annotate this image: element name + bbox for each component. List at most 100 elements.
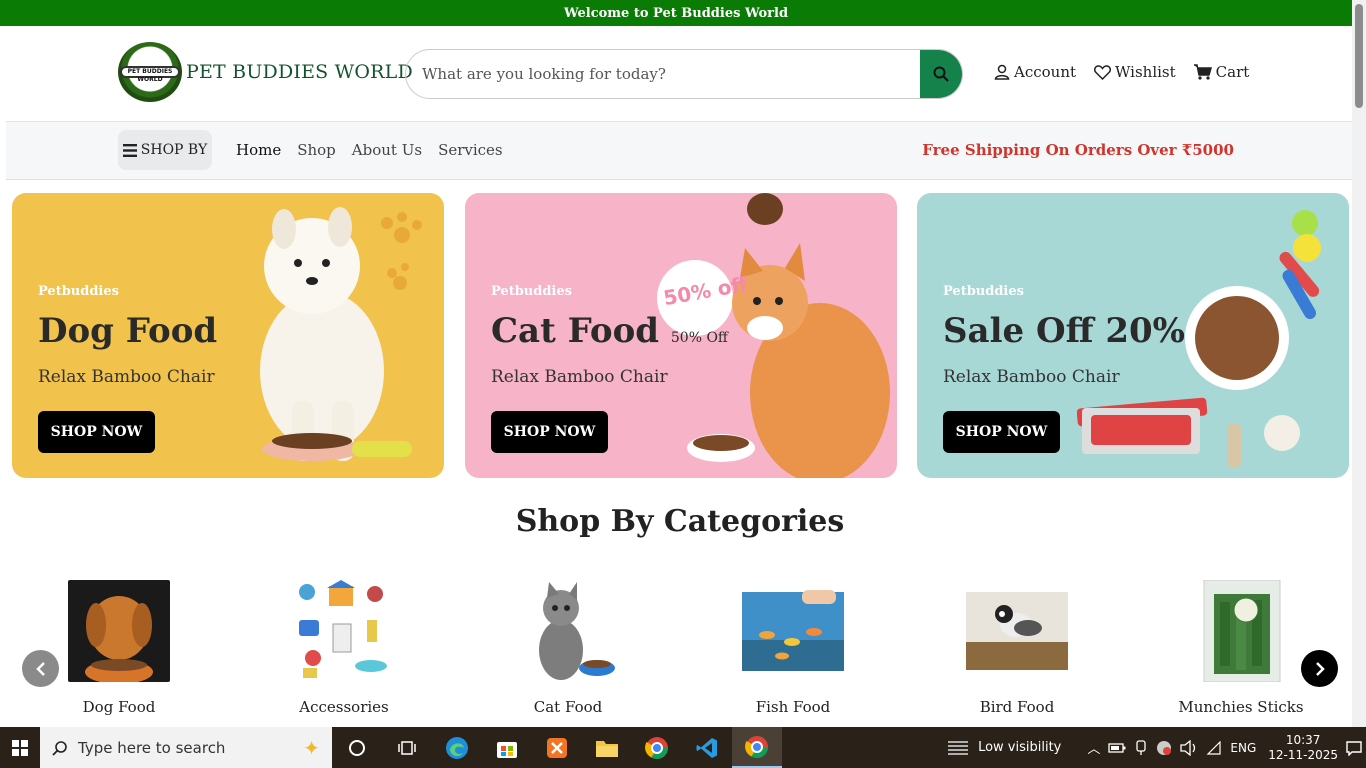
cart-link[interactable]: Cart xyxy=(1193,63,1249,81)
shop-now-button[interactable]: SHOP NOW xyxy=(38,411,155,453)
nav-about-us[interactable]: About Us xyxy=(352,141,422,159)
circle-icon xyxy=(349,739,365,756)
chrome-app-active[interactable] xyxy=(732,727,782,768)
store-app[interactable] xyxy=(482,727,532,768)
nav-shop[interactable]: Shop xyxy=(297,141,336,159)
cortana-button[interactable] xyxy=(332,727,382,768)
xampp-app[interactable] xyxy=(532,727,582,768)
xampp-icon xyxy=(547,737,567,758)
file-explorer-app[interactable] xyxy=(582,727,632,768)
vscode-app[interactable] xyxy=(682,727,732,768)
windows-icon xyxy=(12,739,28,756)
language-indicator[interactable]: ENG xyxy=(1230,741,1256,755)
category-dog-food[interactable]: Dog Food xyxy=(39,580,199,716)
chrome-icon xyxy=(645,736,668,759)
taskbar-search[interactable]: Type here to search ✦ xyxy=(40,727,332,768)
category-accessories[interactable]: Accessories xyxy=(264,580,424,716)
banner-cat-food[interactable]: 50% off Petbuddies Cat Food 50% Off Rela… xyxy=(465,193,897,478)
chevron-up-icon[interactable]: ︿ xyxy=(1087,738,1100,757)
search-icon xyxy=(52,740,67,756)
banner-eyebrow: Petbuddies xyxy=(943,284,1024,299)
heart-icon xyxy=(1094,64,1111,80)
chrome-app[interactable] xyxy=(632,727,682,768)
nav-links: Home Shop About Us Services xyxy=(236,141,503,159)
banner-eyebrow: Petbuddies xyxy=(38,284,119,299)
category-bird-food[interactable]: Bird Food xyxy=(937,580,1097,716)
taskbar: Type here to search ✦ Low visibility ︿ E… xyxy=(0,727,1366,768)
volume-icon[interactable] xyxy=(1180,739,1198,756)
banner-title-sub: 50% Off xyxy=(670,330,728,346)
category-label: Cat Food xyxy=(533,698,603,716)
categories-heading: Shop By Categories xyxy=(515,504,845,539)
banner-title-text: Dog Food xyxy=(38,311,218,351)
taskbar-clock[interactable]: 10:37 12-11-2025 xyxy=(1268,733,1338,763)
shop-now-button[interactable]: SHOP NOW xyxy=(491,411,608,453)
dog-illustration xyxy=(260,207,412,461)
announcement-text: Welcome to Pet Buddies World xyxy=(563,5,789,21)
shop-by-button[interactable]: SHOP BY xyxy=(118,130,212,170)
banner-description: Relax Bamboo Chair xyxy=(943,367,1120,387)
logo-badge-icon: PET BUDDIES WORLD xyxy=(118,42,182,102)
notifications-icon[interactable] xyxy=(1346,740,1362,756)
user-icon xyxy=(994,64,1010,80)
banner-dog-food[interactable]: Petbuddies Dog Food Relax Bamboo Chair S… xyxy=(12,193,444,478)
system-tray: Low visibility ︿ ENG 10:37 12-11-2025 xyxy=(946,727,1366,768)
folder-icon xyxy=(596,740,618,757)
banner-title-text: Cat Food xyxy=(491,311,660,351)
search-input[interactable] xyxy=(406,50,920,98)
header-links: Account Wishlist Cart xyxy=(994,63,1249,81)
shop-by-label: SHOP BY xyxy=(140,142,208,158)
weather-text[interactable]: Low visibility xyxy=(978,740,1061,755)
store-icon xyxy=(497,741,517,758)
wifi-icon[interactable] xyxy=(1206,740,1222,755)
search-bar xyxy=(405,49,963,99)
clock-time: 10:37 xyxy=(1285,732,1321,747)
category-cat-food[interactable]: Cat Food xyxy=(488,580,648,716)
banner-description: Relax Bamboo Chair xyxy=(38,367,215,387)
page-scrollbar[interactable] xyxy=(1352,0,1366,727)
chrome-icon xyxy=(745,735,768,758)
banner-description: Relax Bamboo Chair xyxy=(491,367,668,387)
scrollbar-thumb[interactable] xyxy=(1355,4,1363,108)
bird-food-image xyxy=(966,580,1068,682)
wishlist-label: Wishlist xyxy=(1115,63,1176,81)
main-nav: SHOP BY Home Shop About Us Services Free… xyxy=(6,122,1352,180)
banner-eyebrow: Petbuddies xyxy=(491,284,572,299)
dog-food-image xyxy=(68,580,170,682)
taskbar-search-placeholder: Type here to search xyxy=(78,738,226,757)
chevron-right-icon xyxy=(1315,661,1325,676)
announcement-bar: Welcome to Pet Buddies World xyxy=(0,0,1352,26)
meeting-icon[interactable] xyxy=(1134,739,1148,756)
free-shipping-notice: Free Shipping On Orders Over ₹5000 xyxy=(922,141,1234,159)
cat-food-image xyxy=(517,580,619,682)
logo-text: PET BUDDIES WORLD xyxy=(186,61,413,83)
category-fish-food[interactable]: Fish Food xyxy=(713,580,873,716)
task-view-button[interactable] xyxy=(382,727,432,768)
category-label: Bird Food xyxy=(979,698,1055,716)
banner-sale[interactable]: Petbuddies Sale Off 20% Relax Bamboo Cha… xyxy=(917,193,1349,478)
account-link[interactable]: Account xyxy=(994,63,1076,81)
wishlist-link[interactable]: Wishlist xyxy=(1094,63,1176,81)
start-button[interactable] xyxy=(0,727,40,768)
nav-services[interactable]: Services xyxy=(438,141,503,159)
banner-title: Sale Off 20% xyxy=(943,311,1185,351)
battery-icon[interactable] xyxy=(1108,742,1126,754)
site-logo[interactable]: PET BUDDIES WORLD PET BUDDIES WORLD xyxy=(118,42,413,102)
account-label: Account xyxy=(1014,63,1077,81)
sparkle-icon: ✦ xyxy=(303,735,320,760)
chrome-tray-icon[interactable] xyxy=(1156,740,1172,756)
accessories-image xyxy=(293,580,395,682)
carousel-next-button[interactable] xyxy=(1301,650,1338,687)
edge-icon xyxy=(446,736,468,759)
edge-app[interactable] xyxy=(432,727,482,768)
fog-icon xyxy=(948,740,969,755)
search-button[interactable] xyxy=(920,50,962,98)
category-munchies-sticks[interactable]: Munchies Sticks xyxy=(1161,580,1321,716)
logo-badge-text: PET BUDDIES WORLD xyxy=(120,66,180,83)
site-header: PET BUDDIES WORLD PET BUDDIES WORLD Acco… xyxy=(6,26,1352,122)
nav-home[interactable]: Home xyxy=(236,141,281,159)
shop-now-button[interactable]: SHOP NOW xyxy=(943,411,1060,453)
banner-title: Cat Food 50% Off xyxy=(491,311,728,351)
menu-icon xyxy=(122,143,137,157)
category-label: Accessories xyxy=(299,698,389,716)
